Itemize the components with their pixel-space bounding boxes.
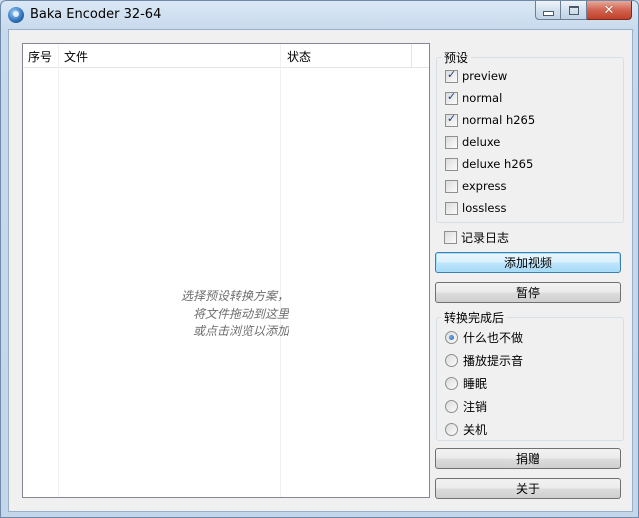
preset-label: express	[462, 179, 507, 193]
column-divider[interactable]	[58, 44, 59, 497]
checkbox-box[interactable]	[445, 201, 458, 215]
maximize-icon	[568, 5, 579, 15]
checkbox-box[interactable]	[445, 68, 458, 83]
drop-hint-line: 选择预设转换方案，	[180, 289, 289, 303]
window-controls: ✕	[535, 1, 632, 20]
column-divider[interactable]	[280, 44, 281, 497]
drop-hint-line: 将文件拖动到这里	[192, 306, 289, 321]
close-button[interactable]: ✕	[587, 1, 632, 20]
add-video-button[interactable]: 添加视频	[435, 252, 621, 273]
checkbox-box[interactable]	[445, 179, 458, 193]
radio-label: 注销	[463, 400, 488, 414]
drop-hint: 选择预设转换方案， 将文件拖动到这里 或点击浏览以添加	[163, 288, 289, 341]
checkbox-box[interactable]	[445, 90, 458, 105]
pause-button[interactable]: 暂停	[435, 282, 621, 303]
radio-shutdown[interactable]: 关机	[445, 421, 487, 438]
radio-button[interactable]	[445, 331, 458, 344]
checkbox-box[interactable]	[445, 157, 458, 171]
log-checkbox-label: 记录日志	[461, 231, 510, 245]
file-list-header: 序号 文件 状态	[23, 44, 429, 68]
preset-checkbox-deluxe[interactable]: deluxe	[445, 135, 500, 149]
minimize-button[interactable]	[535, 1, 561, 20]
close-icon: ✕	[603, 2, 615, 18]
checkbox-box[interactable]	[445, 112, 458, 127]
column-header-index[interactable]: 序号	[28, 48, 52, 65]
column-header-file[interactable]: 文件	[64, 48, 88, 65]
radio-label: 睡眠	[463, 377, 488, 391]
radio-play-sound[interactable]: 播放提示音	[445, 352, 523, 369]
radio-button[interactable]	[445, 400, 458, 413]
preset-checkbox-normal-h265[interactable]: normal h265	[445, 112, 536, 127]
app-logo-icon	[8, 7, 24, 23]
minimize-icon	[542, 10, 554, 16]
preset-label: normal h265	[462, 113, 536, 127]
radio-sleep[interactable]: 睡眠	[445, 375, 487, 392]
preset-checkbox-lossless[interactable]: lossless	[445, 201, 506, 215]
radio-label: 什么也不做	[463, 331, 524, 345]
after-convert-group-title: 转换完成后	[441, 309, 508, 326]
header-corner	[411, 44, 429, 67]
preset-checkbox-deluxe-h265[interactable]: deluxe h265	[445, 157, 533, 171]
preset-checkbox-normal[interactable]: normal	[445, 90, 503, 105]
radio-button[interactable]	[445, 423, 458, 436]
drop-hint-line: 或点击浏览以添加	[192, 324, 289, 338]
title-bar[interactable]: Baka Encoder 32-64 ✕	[1, 1, 638, 29]
preset-label: deluxe h265	[462, 157, 534, 171]
about-button[interactable]: 关于	[435, 478, 621, 499]
presets-group-title: 预设	[441, 49, 472, 66]
radio-do-nothing[interactable]: 什么也不做	[445, 329, 523, 346]
radio-label: 播放提示音	[463, 354, 524, 368]
column-header-status[interactable]: 状态	[287, 48, 311, 65]
window-title: Baka Encoder 32-64	[30, 7, 162, 22]
checkbox-box[interactable]	[444, 231, 457, 244]
preset-label: deluxe	[462, 135, 501, 149]
radio-button[interactable]	[445, 354, 458, 367]
app-window: Baka Encoder 32-64 ✕ 序号 文件 状态 选择预设转换方案， …	[0, 0, 639, 518]
radio-logoff[interactable]: 注销	[445, 398, 487, 415]
log-checkbox[interactable]: 记录日志	[444, 229, 509, 246]
preset-checkbox-preview[interactable]: preview	[445, 68, 508, 83]
file-list[interactable]: 序号 文件 状态 选择预设转换方案， 将文件拖动到这里 或点击浏览以添加	[22, 43, 430, 498]
maximize-button[interactable]	[561, 1, 587, 20]
after-convert-group: 转换完成后 什么也不做 播放提示音 睡眠 注销 关机	[436, 309, 624, 441]
radio-button[interactable]	[445, 377, 458, 390]
checkbox-box[interactable]	[445, 135, 458, 149]
donate-button[interactable]: 捐赠	[435, 448, 621, 469]
preset-label: lossless	[462, 201, 507, 215]
preset-label: normal	[462, 91, 503, 105]
presets-group: 预设 preview normal normal h265 deluxe del…	[436, 49, 624, 223]
preset-label: preview	[462, 69, 508, 83]
radio-label: 关机	[463, 423, 488, 437]
preset-checkbox-express[interactable]: express	[445, 179, 507, 193]
client-area: 序号 文件 状态 选择预设转换方案， 将文件拖动到这里 或点击浏览以添加 预设 …	[8, 29, 633, 512]
